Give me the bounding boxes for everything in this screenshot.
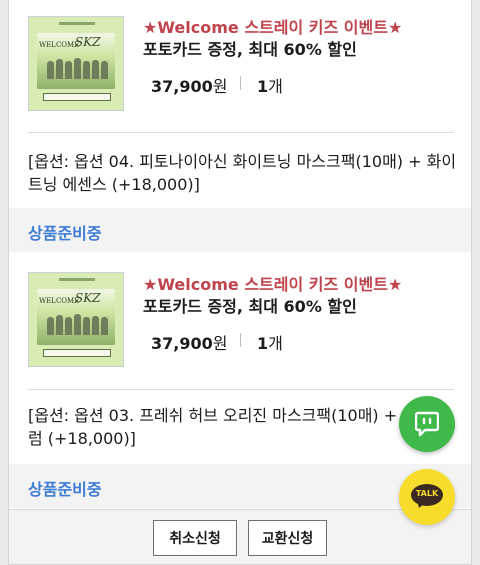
talk-label: TALK [415,489,439,498]
thumbnail-welcome-text: WELCOME [39,297,80,305]
quantity-unit: 개 [268,77,283,96]
thumbnail-caption-box [43,349,111,357]
quantity-unit: 개 [268,334,283,353]
status-bar: 상품준비중 [9,208,471,252]
quantity-value: 1 [257,77,269,96]
chat-bubble-icon [415,411,439,437]
exchange-request-button[interactable]: 교환신청 [248,520,327,556]
item-quantity: 1개 [257,73,283,97]
quantity-value: 1 [257,334,269,353]
order-status: 상품준비중 [28,224,102,243]
product-thumbnail[interactable]: WELCOME SKZ [28,272,124,367]
price-value: 37,900 [151,77,213,96]
kakaotalk-icon-tail [415,500,425,510]
promo-line[interactable]: 포토카드 증정, 최대 60% 할인 [143,36,357,60]
item-price: 37,900원 [151,330,227,354]
order-status: 상품준비중 [28,480,102,499]
price-qty-divider [240,333,241,347]
price-currency: 원 [212,77,228,96]
thumbnail-welcome-text: WELCOME [39,41,80,49]
price-qty-divider [240,76,241,90]
chat-floating-button[interactable] [399,396,455,452]
divider [28,389,454,390]
price-value: 37,900 [151,334,213,353]
option-text: [옵션: 옵션 03. 프레쉬 허브 오리진 마스크팩(10매) + 오일세럼 … [28,406,447,448]
order-item-card-2: WELCOME SKZ ★Welcome 스트레이 키즈 이벤트★ 포토카드 증… [8,252,472,509]
thumbnail-header-strip [59,22,95,25]
order-item-card-1: WELCOME SKZ ★Welcome 스트레이 키즈 이벤트★ 포토카드 증… [8,0,472,252]
kakaotalk-floating-button[interactable]: TALK [399,469,455,525]
thumbnail-logo: SKZ [75,35,101,49]
divider [28,132,454,133]
promo-line[interactable]: 포토카드 증정, 최대 60% 할인 [143,293,357,317]
product-thumbnail[interactable]: WELCOME SKZ [28,16,124,111]
cancel-request-button[interactable]: 취소신청 [153,520,237,556]
price-currency: 원 [212,334,228,353]
thumbnail-people [47,57,109,79]
thumbnail-caption-box [43,93,111,101]
thumbnail-logo: SKZ [75,291,101,305]
option-text: [옵션: 옵션 04. 피토나이아신 화이트닝 마스크팩(10매) + 화이트닝… [28,152,457,194]
event-title[interactable]: ★Welcome 스트레이 키즈 이벤트★ [143,271,402,295]
event-title[interactable]: ★Welcome 스트레이 키즈 이벤트★ [143,14,402,38]
item-quantity: 1개 [257,330,283,354]
item-price: 37,900원 [151,73,227,97]
thumbnail-header-strip [59,278,95,281]
order-actions-bar: 취소신청 교환신청 [8,509,472,565]
thumbnail-people [47,313,109,335]
